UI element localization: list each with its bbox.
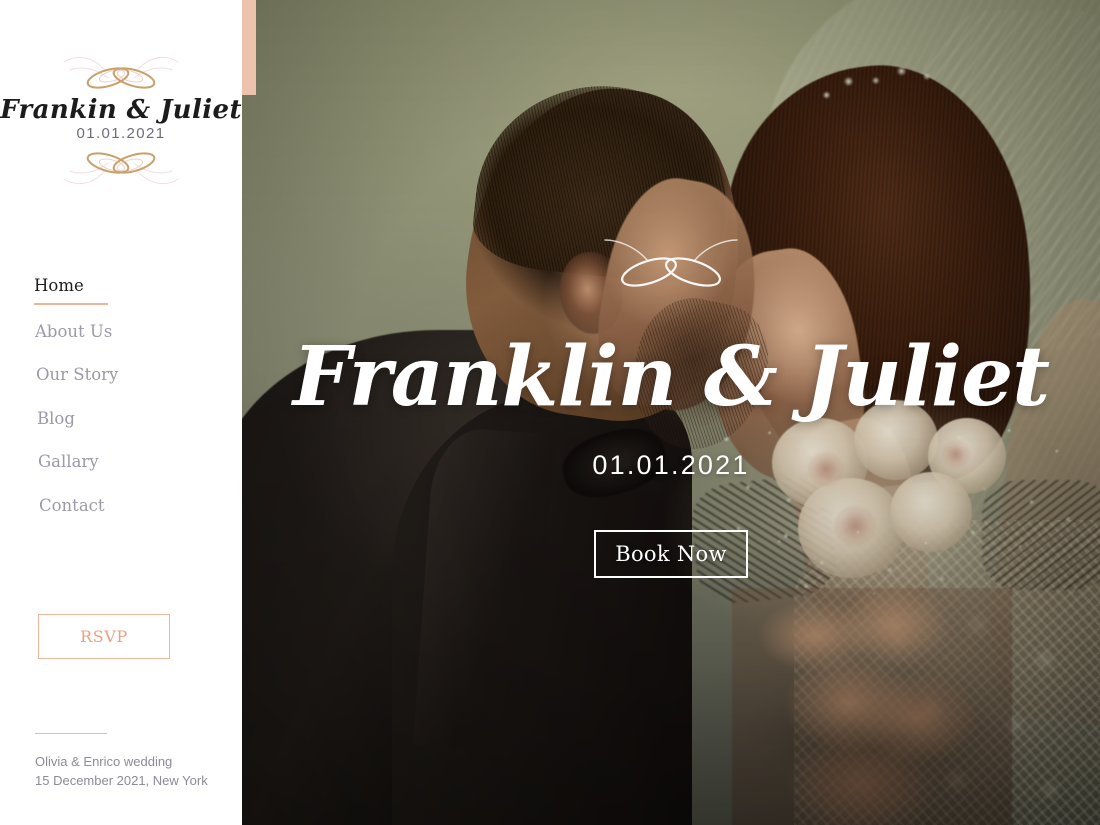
wedding-rings-ornament-bottom <box>63 152 179 185</box>
footer-line-date-location: 15 December 2021, New York <box>35 773 208 789</box>
footer-line-couple: Olivia & Enrico wedding <box>35 754 173 770</box>
rsvp-button[interactable]: RSVP <box>38 614 170 659</box>
book-now-button[interactable]: Book Now <box>594 530 748 578</box>
nav-item-label: Home <box>34 276 84 295</box>
nav-item-our-story[interactable]: Our Story <box>0 365 242 384</box>
wedding-rings-ornament-top <box>63 56 179 89</box>
brand-block: Frankin & Juliet 01.01.2021 <box>0 52 242 189</box>
main-navigation: Home About Us Our Story Blog Gallary Con… <box>0 276 242 515</box>
nav-item-contact[interactable]: Contact <box>0 495 242 515</box>
hero-date: 01.01.2021 <box>592 450 750 480</box>
nav-item-label: Contact <box>39 495 105 515</box>
footer-divider <box>35 733 107 735</box>
wedding-rings-icon <box>604 239 738 287</box>
accent-strip <box>242 0 256 95</box>
hero-title: Franklin & Juliet <box>292 329 1050 425</box>
wedding-landing-page: Frankin & Juliet 01.01.2021 Home About U… <box>0 0 1100 825</box>
rsvp-button-label: RSVP <box>80 627 128 646</box>
hero-section: Franklin & Juliet 01.01.2021 Book Now <box>242 0 1100 825</box>
sidebar-footer: Olivia & Enrico wedding 15 December 2021… <box>35 733 235 790</box>
nav-item-about-us[interactable]: About Us <box>0 321 242 341</box>
nav-item-label: Gallary <box>38 452 99 471</box>
brand-name: Frankin & Juliet <box>0 95 242 125</box>
nav-item-label: About Us <box>35 321 113 341</box>
nav-item-blog[interactable]: Blog <box>0 408 242 428</box>
nav-item-gallary[interactable]: Gallary <box>0 452 242 471</box>
nav-item-label: Blog <box>37 408 75 428</box>
sidebar: Frankin & Juliet 01.01.2021 Home About U… <box>0 0 242 825</box>
nav-item-label: Our Story <box>36 365 119 384</box>
brand-date: 01.01.2021 <box>76 125 166 142</box>
clasped-hands <box>732 588 1012 825</box>
book-now-button-label: Book Now <box>615 542 727 566</box>
nav-item-home[interactable]: Home <box>0 276 242 304</box>
